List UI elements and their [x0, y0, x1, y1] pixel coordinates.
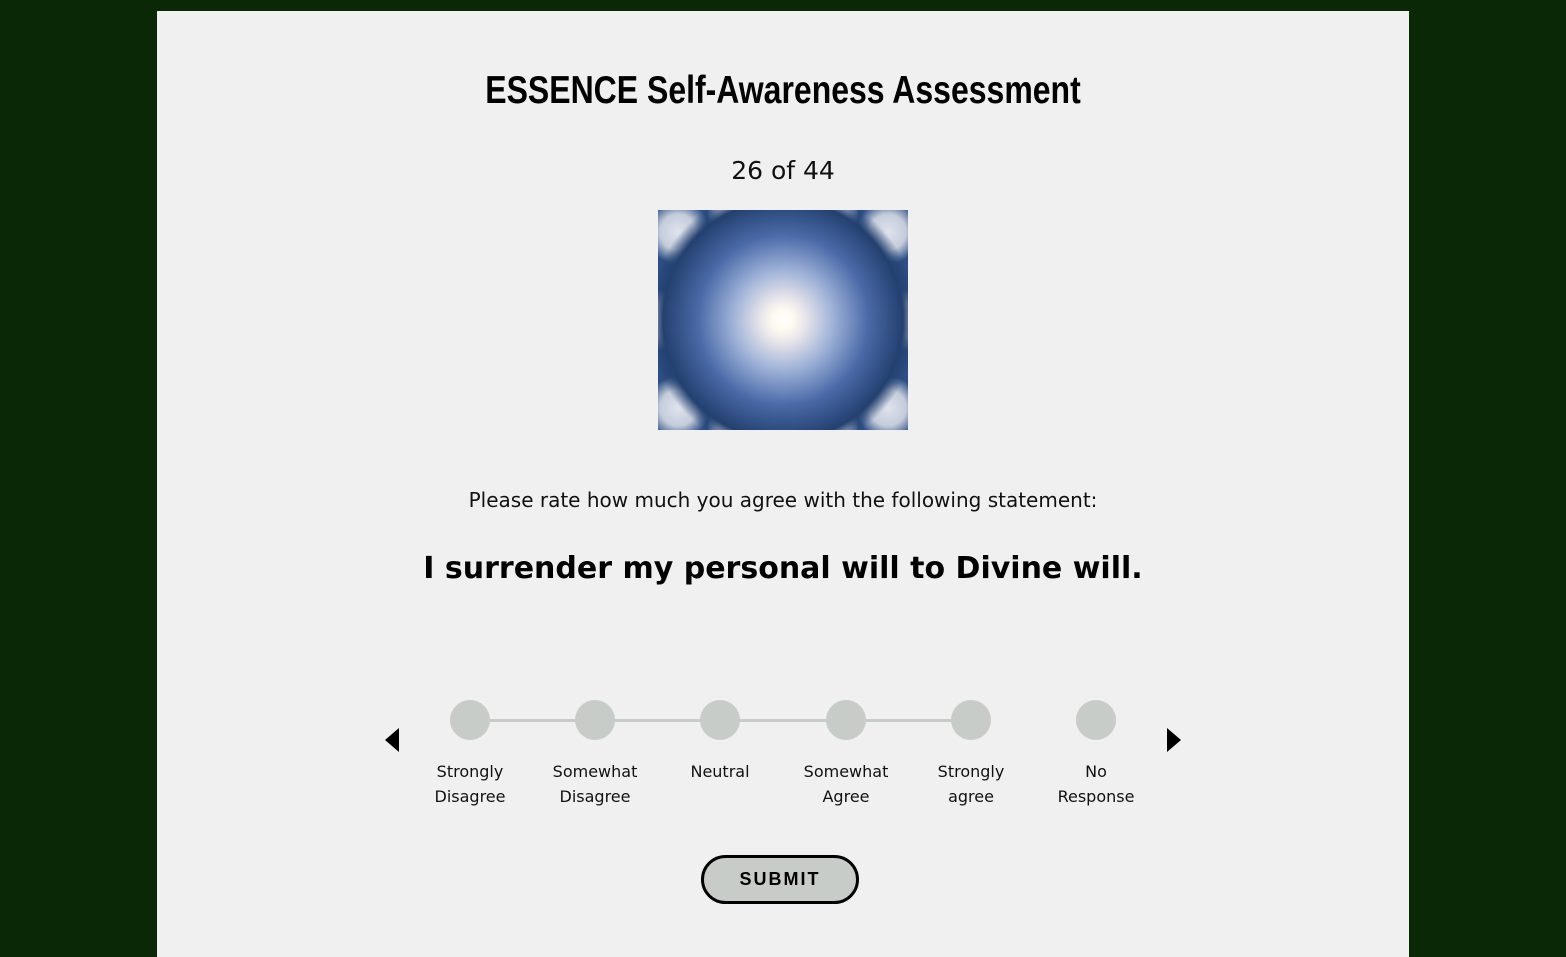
option-neutral[interactable]: Neutral [665, 700, 775, 784]
option-strongly-agree[interactable]: Strongly agree [916, 700, 1026, 809]
submit-button[interactable]: SUBMIT [701, 855, 859, 904]
triangle-left-icon[interactable] [385, 728, 399, 752]
radio-dot[interactable] [951, 700, 991, 740]
option-label: Somewhat Disagree [552, 762, 638, 806]
radio-dot[interactable] [826, 700, 866, 740]
cloud-mandala-image [658, 210, 908, 430]
radio-dot[interactable] [700, 700, 740, 740]
radio-dot[interactable] [450, 700, 490, 740]
radio-dot[interactable] [1076, 700, 1116, 740]
question-statement: I surrender my personal will to Divine w… [423, 551, 1143, 586]
question-counter: 26 of 44 [731, 156, 835, 185]
option-label: Somewhat Agree [803, 762, 889, 806]
assessment-card: ESSENCE Self-Awareness Assessment 26 of … [157, 11, 1409, 957]
page-title: ESSENCE Self-Awareness Assessment [485, 69, 1081, 112]
option-label: No Response [1057, 762, 1135, 806]
option-label: Neutral [690, 762, 750, 781]
radio-dot[interactable] [575, 700, 615, 740]
option-strongly-disagree[interactable]: Strongly Disagree [415, 700, 525, 809]
rating-scale: Strongly Disagree Somewhat Disagree Neut… [157, 11, 1409, 957]
option-somewhat-disagree[interactable]: Somewhat Disagree [540, 700, 650, 809]
triangle-right-icon[interactable] [1167, 728, 1181, 752]
rating-prompt: Please rate how much you agree with the … [468, 488, 1098, 512]
option-label: Strongly Disagree [434, 762, 506, 806]
option-label: Strongly agree [937, 762, 1005, 806]
option-somewhat-agree[interactable]: Somewhat Agree [791, 700, 901, 809]
option-no-response[interactable]: No Response [1041, 700, 1151, 809]
